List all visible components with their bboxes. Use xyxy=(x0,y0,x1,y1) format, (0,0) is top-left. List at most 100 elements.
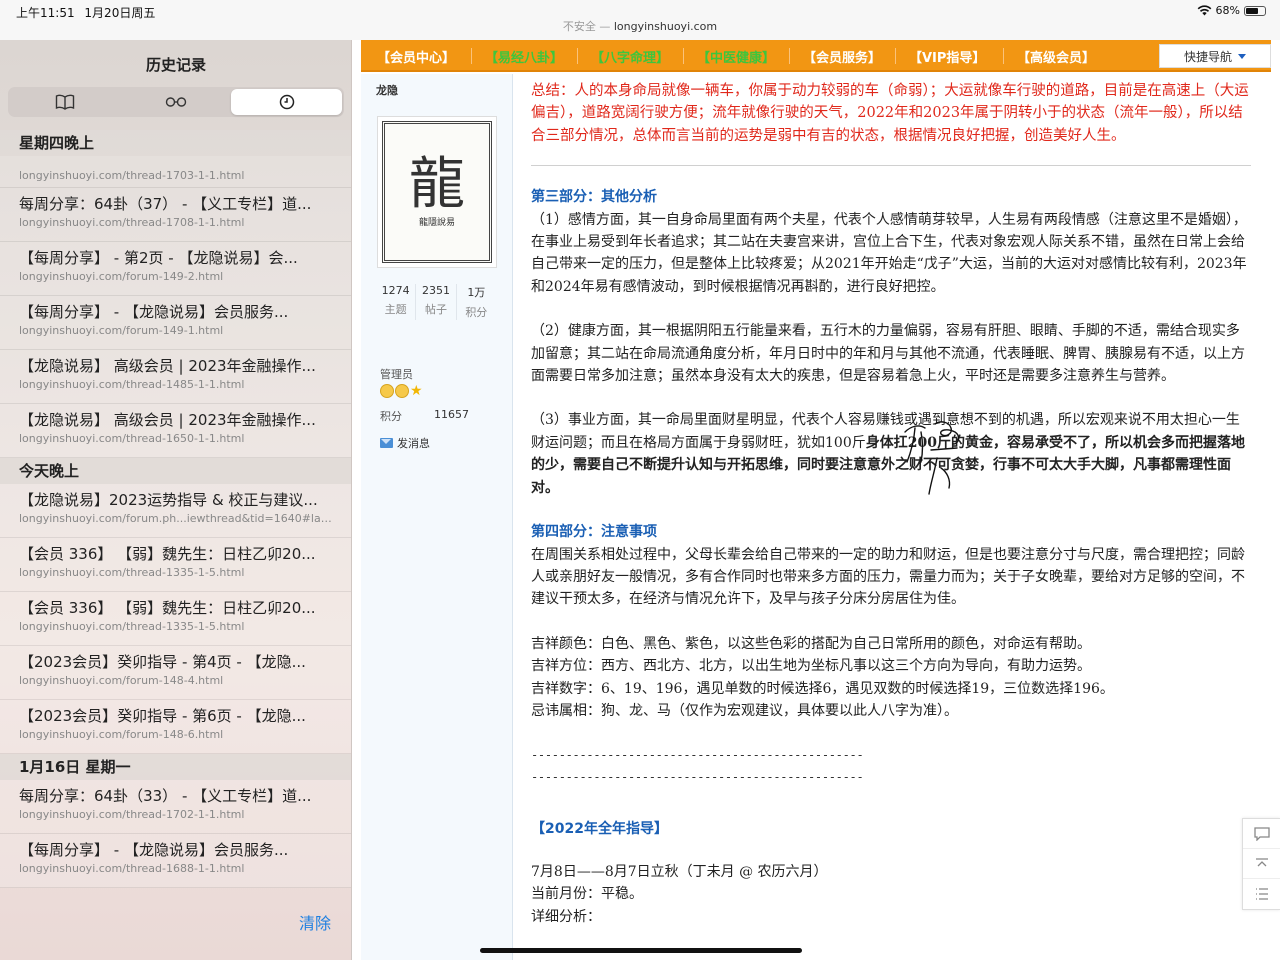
nav-premium[interactable]: 【高级会员】 xyxy=(1017,47,1095,66)
nav-member-service[interactable]: 【会员服务】 xyxy=(803,47,881,66)
history-item[interactable]: 【龙隐说易】2023运势指导 & 校正与建议... longyinshuoyi.… xyxy=(0,484,351,538)
lucky-direction: 吉祥方位：西方、西北方、北方，以出生地为坐标凡事以这三个方向为导向，有助力运势。 xyxy=(531,658,1091,675)
section-heading: 第四部分：注意事项 xyxy=(531,524,657,541)
home-indicator[interactable] xyxy=(480,948,802,953)
author-name[interactable]: 龙隐 xyxy=(376,82,398,98)
points-label: 积分 xyxy=(380,410,402,423)
paragraph-relations: 在周围关系相处过程中，父母长辈会给自己带来的一定的助力和财运，但是也要注意分寸与… xyxy=(531,546,1245,608)
history-item[interactable]: 【龙隐说易】 高级会员 | 2023年金融操作... longyinshuoyi… xyxy=(0,350,351,404)
history-item-url: longyinshuoyi.com/forum-148-6.html xyxy=(19,728,224,741)
rank-icons: ★ xyxy=(380,384,423,398)
comment-button[interactable] xyxy=(1243,819,1280,849)
history-list: 星期四晚上 longyinshuoyi.com/thread-1703-1-1.… xyxy=(0,130,351,888)
nav-separator xyxy=(895,48,896,64)
history-item-url: longyinshuoyi.com/thread-1708-1-1.html xyxy=(19,216,245,229)
tab-history[interactable] xyxy=(231,89,343,115)
address-bar[interactable]: 不安全 — longyinshuoyi.com xyxy=(0,18,1280,34)
history-item[interactable]: 【每周分享】 - 【龙隐说易】会员服务... longyinshuoyi.com… xyxy=(0,296,351,350)
detail-analysis-cut: 详细分析： xyxy=(531,908,601,925)
history-item-url: longyinshuoyi.com/thread-1702-1-1.html xyxy=(19,808,245,821)
history-item-title: 每周分享：64卦（37） - 【义工专栏】道... xyxy=(19,195,312,213)
history-item-url: longyinshuoyi.com/forum-148-4.html xyxy=(19,674,224,687)
nav-bazi[interactable]: 【八字命理】 xyxy=(591,47,669,66)
history-item[interactable]: 【会员 336】 【弱】魏先生：日柱乙卯20... longyinshuoyi.… xyxy=(0,538,351,592)
stat-threads[interactable]: 1274 主题 xyxy=(376,284,417,320)
stat-label: 积分 xyxy=(465,306,488,319)
avatar[interactable]: 龍 龍隱說易 xyxy=(377,116,497,268)
list-button[interactable] xyxy=(1243,879,1280,909)
history-item-url: longyinshuoyi.com/thread-1650-1-1.html xyxy=(19,432,245,445)
history-item[interactable]: 【每周分享】 - 【龙隐说易】会员服务... longyinshuoyi.com… xyxy=(0,834,351,888)
clock-icon xyxy=(279,94,294,110)
year-guide-heading: 【2022年全年指导】 xyxy=(531,821,668,838)
history-sidebar: 历史记录 星期四晚上 longyinshuoyi.com/thread-1703… xyxy=(0,40,352,960)
current-month: 当前月份：平稳。 xyxy=(531,886,643,903)
history-day-header: 1月16日 星期一 xyxy=(0,754,351,780)
glasses-icon xyxy=(165,97,187,107)
nav-vip[interactable]: 【VIP指导】 xyxy=(909,47,985,66)
history-item[interactable]: 【龙隐说易】 高级会员 | 2023年金融操作... longyinshuoyi… xyxy=(0,404,351,458)
paragraph-career: （3）事业方面，其一命局里面财星明显，代表个人容易赚钱或遇到意想不到的机遇，所以… xyxy=(531,409,1251,499)
nav-yijing[interactable]: 【易经八卦】 xyxy=(485,47,563,66)
stat-posts[interactable]: 2351 帖子 xyxy=(416,284,457,320)
history-item[interactable]: 【每周分享】 - 第2页 - 【龙隐说易】会... longyinshuoyi.… xyxy=(0,242,351,296)
history-item[interactable]: 【2023会员】癸卯指导 - 第6页 - 【龙隐... longyinshuoy… xyxy=(0,700,351,754)
history-item[interactable]: 【2023会员】癸卯指导 - 第4页 - 【龙隐... longyinshuoy… xyxy=(0,646,351,700)
history-item-title: 【龙隐说易】 高级会员 | 2023年金融操作... xyxy=(19,357,316,375)
history-day-header: 星期四晚上 xyxy=(0,130,351,156)
history-item-url: longyinshuoyi.com/thread-1335-1-5.html xyxy=(19,620,245,633)
paragraph-emotion: （1）感情方面，其一自身命局里面有两个夫星，代表个人感情萌芽较早，人生易有两段情… xyxy=(531,211,1247,295)
history-item[interactable]: 【会员 336】 【弱】魏先生：日柱乙卯20... longyinshuoyi.… xyxy=(0,592,351,646)
insecure-label: 不安全 — xyxy=(562,20,611,33)
stat-points[interactable]: 1万 积分 xyxy=(457,284,496,320)
nav-tcm-health[interactable]: 【中医健康】 xyxy=(697,47,775,66)
nav-separator xyxy=(789,48,790,64)
chevron-down-icon xyxy=(1238,53,1246,59)
clear-history-button[interactable]: 清除 xyxy=(299,910,331,934)
paragraph-health: （2）健康方面，其一根据阴阳五行能量来看，五行木的力量偏弱，容易有肝胆、眼睛、手… xyxy=(531,323,1245,385)
send-message-link[interactable]: 发消息 xyxy=(380,435,430,451)
handwriting-scribble xyxy=(904,421,960,495)
nav-member-center[interactable]: 【会员中心】 xyxy=(377,47,455,66)
nav-separator xyxy=(471,48,472,64)
history-item-title: 【龙隐说易】2023运势指导 & 校正与建议... xyxy=(19,491,318,509)
site-navbar: 【会员中心】 【易经八卦】 【八字命理】 【中医健康】 【会员服务】 【VIP指… xyxy=(361,40,1271,72)
nav-separator xyxy=(1003,48,1004,64)
quick-nav-dropdown[interactable]: 快捷导航 xyxy=(1159,44,1271,68)
send-message-label: 发消息 xyxy=(397,437,430,450)
nav-separator xyxy=(577,48,578,64)
web-page: 【会员中心】 【易经八卦】 【八字命理】 【中医健康】 【会员服务】 【VIP指… xyxy=(361,40,1280,960)
history-item-title: 【每周分享】 - 【龙隐说易】会员服务... xyxy=(19,303,289,321)
history-item-title: 【2023会员】癸卯指导 - 第6页 - 【龙隐... xyxy=(19,707,306,725)
sidebar-title: 历史记录 xyxy=(145,56,206,74)
battery-percent: 68% xyxy=(1215,4,1240,17)
lucky-number: 吉祥数字：6、19、196，遇见单数的时候选择6，遇见双数的时候选择19，三位数… xyxy=(531,680,1114,697)
floating-toolbar xyxy=(1242,818,1280,910)
back-to-top-button[interactable] xyxy=(1243,849,1280,879)
history-item-title: 【会员 336】 【弱】魏先生：日柱乙卯20... xyxy=(19,599,316,617)
history-item[interactable]: 每周分享：64卦（33） - 【义工专栏】道... longyinshuoyi.… xyxy=(0,780,351,834)
address-url: longyinshuoyi.com xyxy=(613,20,718,33)
history-day-header: 今天晚上 xyxy=(0,458,351,484)
tab-reading-list[interactable] xyxy=(121,89,232,115)
list-icon xyxy=(1255,888,1268,900)
post-content: 总结：人的本身命局就像一辆车，你属于动力较弱的车（命弱）；大运就像车行驶的道路，… xyxy=(531,80,1251,928)
arrow-up-icon xyxy=(1255,857,1268,866)
section-heading: 第三部分：其他分析 xyxy=(531,189,657,206)
star-icon: ★ xyxy=(410,383,423,399)
history-item-url: longyinshuoyi.com/thread-1688-1-1.html xyxy=(19,862,245,875)
history-item-title xyxy=(19,156,333,168)
tab-bookmarks[interactable] xyxy=(10,89,121,115)
history-item[interactable]: 每周分享：64卦（37） - 【义工专栏】道... longyinshuoyi.… xyxy=(0,188,351,242)
history-item-url: longyinshuoyi.com/forum.ph...iewthread&t… xyxy=(19,512,333,525)
nav-separator xyxy=(683,48,684,64)
stat-label: 主题 xyxy=(384,303,407,316)
stat-label: 帖子 xyxy=(424,303,447,316)
status-indicators: 68% xyxy=(1197,4,1266,17)
history-item-title: 【龙隐说易】 高级会员 | 2023年金融操作... xyxy=(19,411,316,429)
history-item[interactable]: longyinshuoyi.com/thread-1703-1-1.html xyxy=(0,156,351,188)
seal-image: 龍 龍隱說易 xyxy=(382,121,492,263)
author-panel: 龙隐 龍 龍隱說易 1274 主题 2351 帖子 1万 积分 管理员 ★ 积分… xyxy=(361,74,513,960)
status-bar: 上午11:51 1月20日周五 不安全 — longyinshuoyi.com … xyxy=(0,0,1280,40)
quick-nav-label: 快捷导航 xyxy=(1183,49,1232,64)
